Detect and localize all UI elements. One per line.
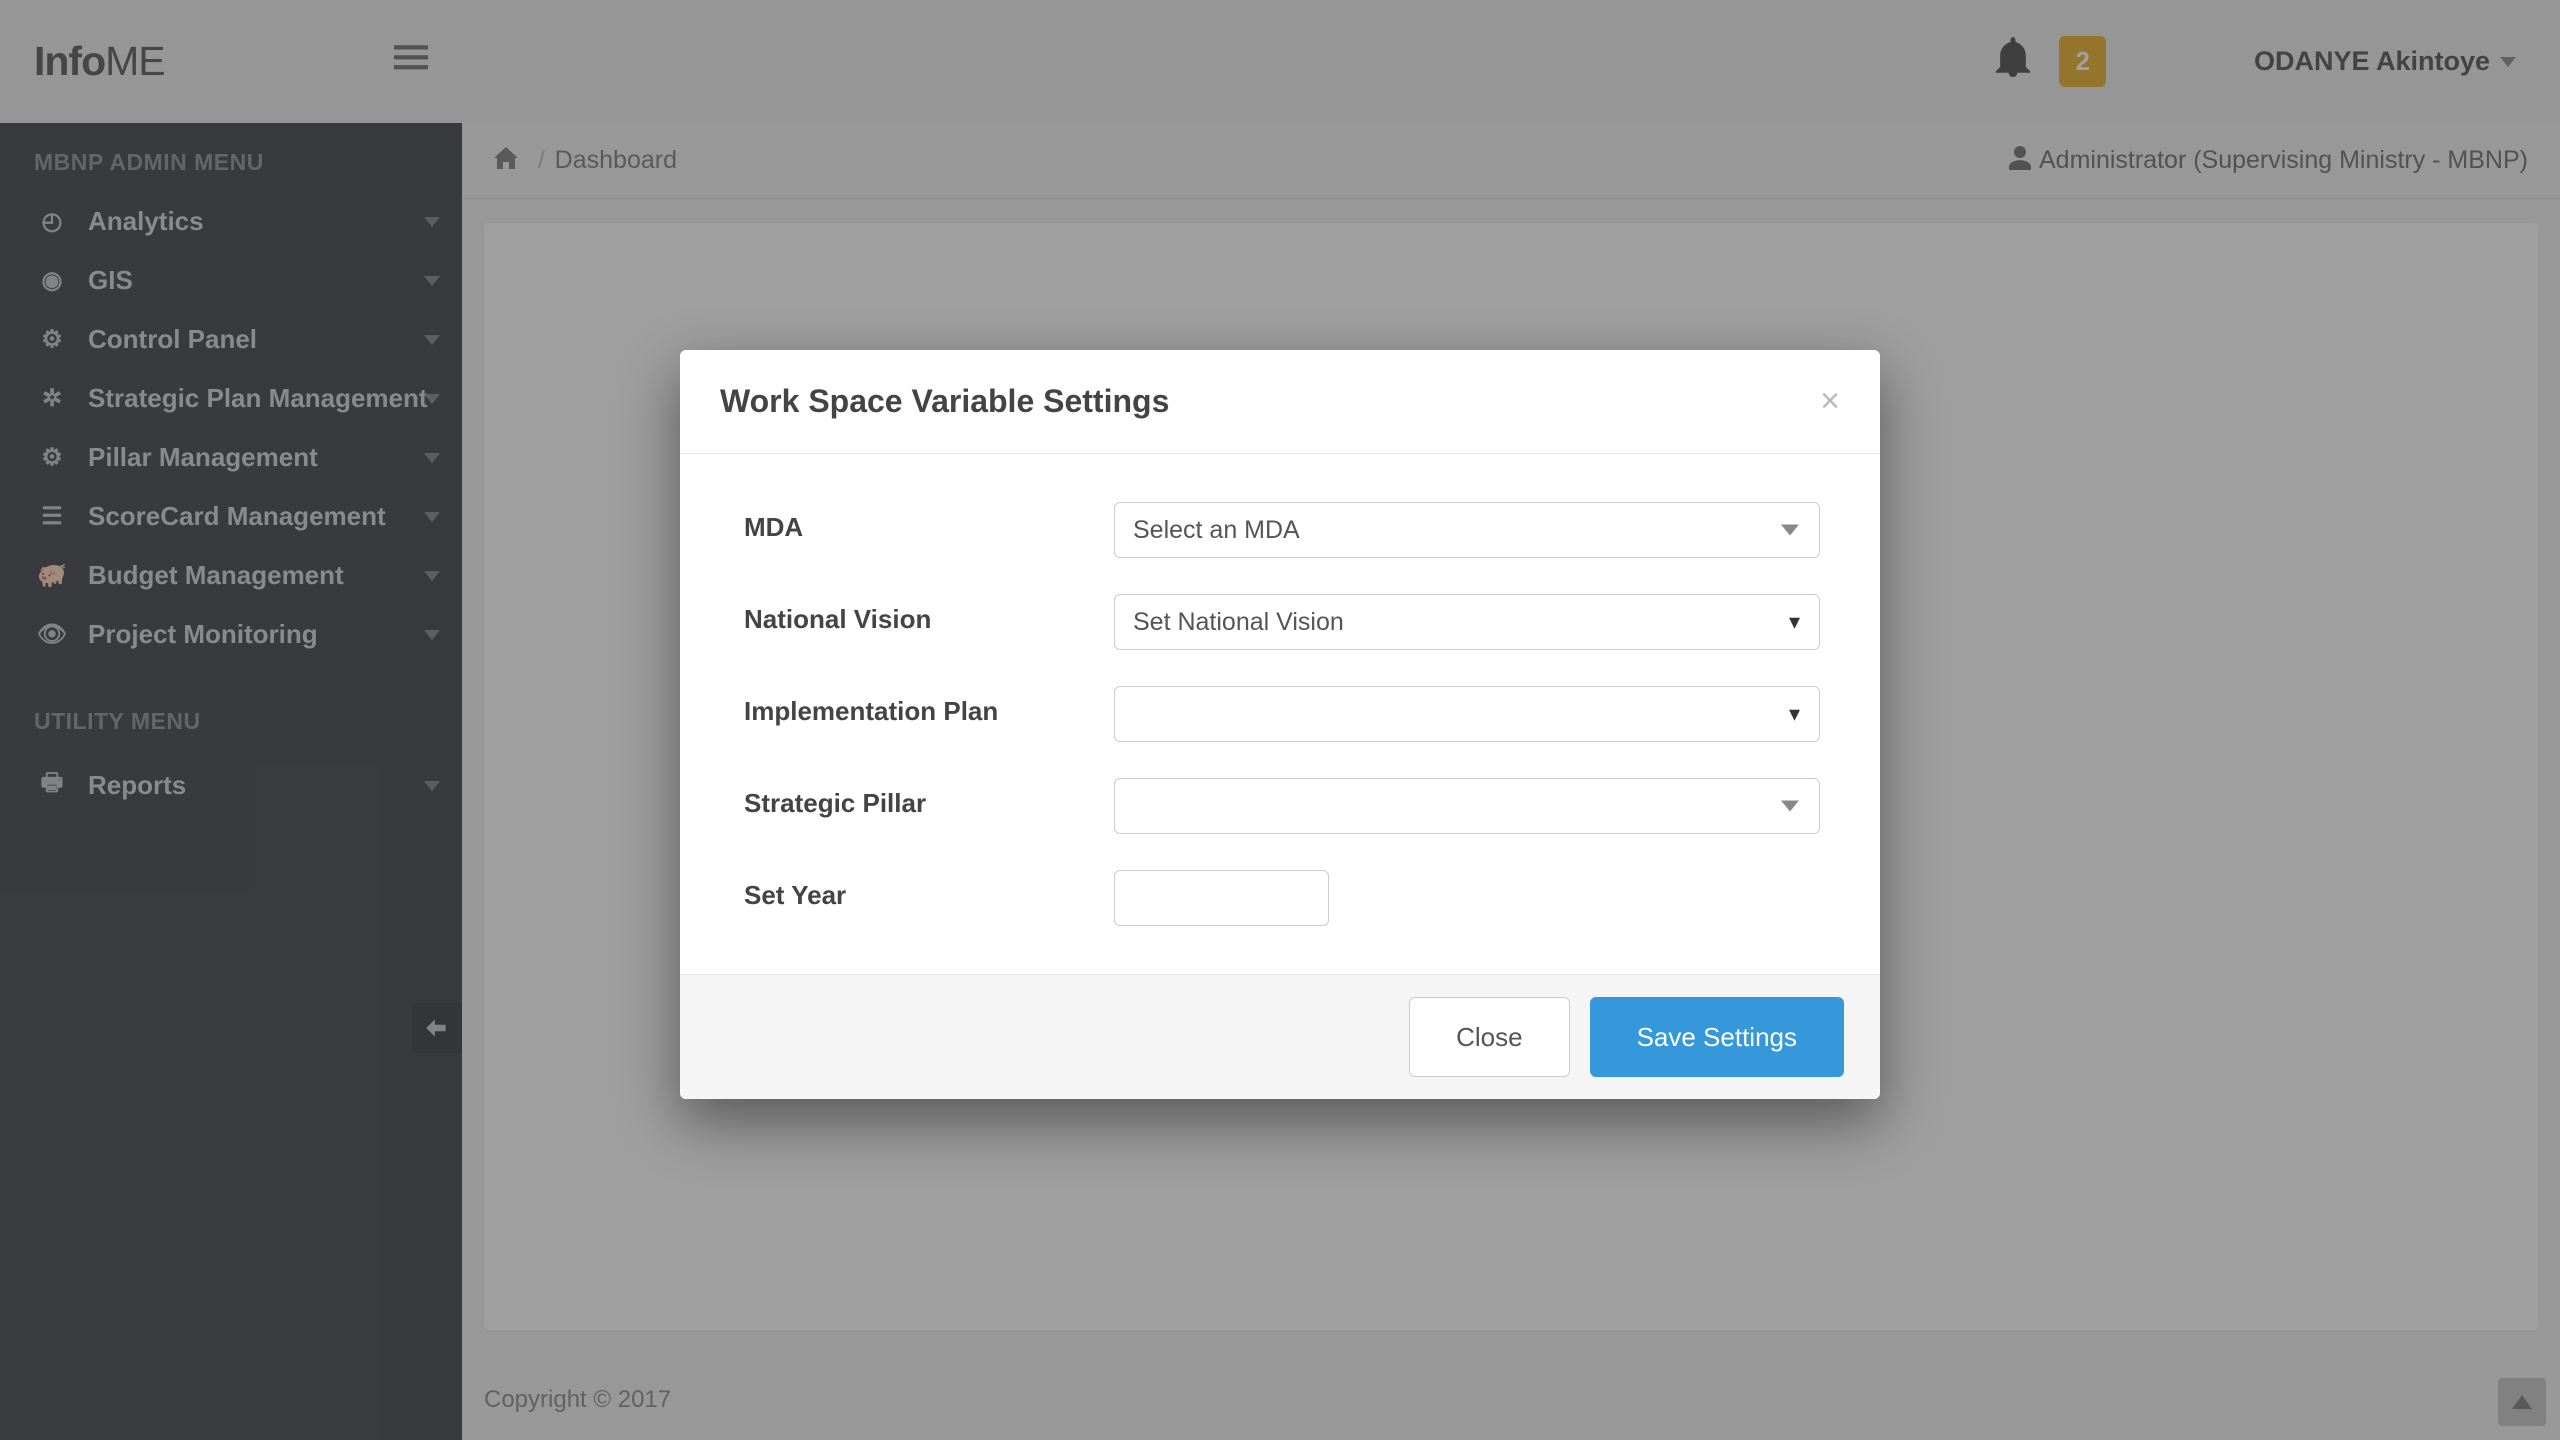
implementation-plan-select[interactable] [1114, 686, 1820, 742]
field-row-strategic-pillar: Strategic Pillar [744, 760, 1820, 852]
modal-title: Work Space Variable Settings [720, 383, 1169, 420]
national-vision-select[interactable]: Set National Vision [1114, 594, 1820, 650]
field-row-mda: MDA Select an MDA [744, 484, 1820, 576]
label-set-year: Set Year [744, 870, 1114, 911]
modal-header: Work Space Variable Settings × [680, 350, 1880, 454]
strategic-pillar-select[interactable] [1114, 778, 1820, 834]
field-row-implementation-plan: Implementation Plan [744, 668, 1820, 760]
label-national-vision: National Vision [744, 594, 1114, 635]
mda-select-value: Select an MDA [1133, 516, 1300, 545]
modal-body: MDA Select an MDA National Vision Set Na… [680, 454, 1880, 974]
field-row-national-vision: National Vision Set National Vision [744, 576, 1820, 668]
mda-select[interactable]: Select an MDA [1114, 502, 1820, 558]
workspace-settings-modal: Work Space Variable Settings × MDA Selec… [680, 350, 1880, 1099]
field-row-set-year: Set Year [744, 852, 1820, 944]
label-strategic-pillar: Strategic Pillar [744, 778, 1114, 819]
save-settings-button[interactable]: Save Settings [1590, 997, 1844, 1077]
label-implementation-plan: Implementation Plan [744, 686, 1114, 727]
modal-footer: Close Save Settings [680, 974, 1880, 1099]
set-year-input[interactable] [1114, 870, 1329, 926]
save-button-label: Save Settings [1637, 1022, 1797, 1053]
label-mda: MDA [744, 502, 1114, 543]
close-button[interactable]: Close [1409, 997, 1569, 1077]
close-button-label: Close [1456, 1022, 1522, 1053]
close-icon[interactable]: × [1820, 382, 1840, 421]
